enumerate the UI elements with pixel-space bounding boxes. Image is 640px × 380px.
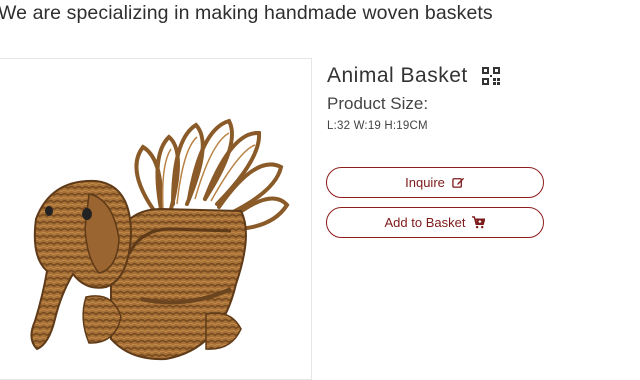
cart-plus-icon — [472, 216, 486, 229]
inquire-button[interactable]: Inquire — [326, 167, 544, 198]
product-title: Animal Basket — [327, 64, 468, 87]
add-to-basket-button[interactable]: Add to Basket — [326, 207, 544, 238]
inquire-label: Inquire — [405, 175, 445, 190]
page-tagline: We are specializing in making handmade w… — [0, 2, 493, 24]
qr-code-icon[interactable] — [481, 67, 500, 85]
product-image[interactable] — [0, 58, 312, 380]
edit-icon — [452, 177, 464, 188]
wicker-basket-illustration — [30, 118, 290, 361]
product-size-value: L:32 W:19 H:19CM — [327, 120, 428, 132]
add-to-basket-label: Add to Basket — [384, 215, 466, 230]
product-size-label: Product Size: — [327, 94, 429, 113]
